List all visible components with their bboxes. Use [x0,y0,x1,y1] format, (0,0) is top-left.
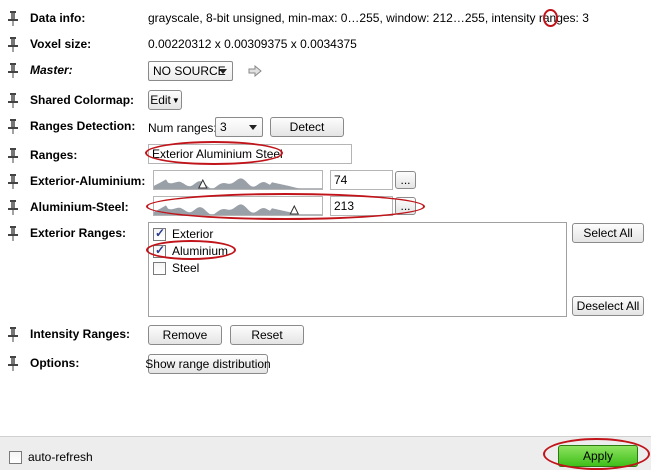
aluminium-checkbox[interactable] [153,243,166,258]
aluminium-steel-histogram-slider[interactable] [153,196,323,216]
pin-icon[interactable] [6,118,20,134]
master-source-dropdown[interactable]: NO SOURCE [148,61,233,81]
options-label: Options: [30,356,80,370]
pin-icon[interactable] [6,199,20,215]
exterior-checkbox[interactable] [153,226,166,241]
list-item-label: Aluminium [172,244,229,258]
steel-checkbox[interactable] [153,261,166,275]
deselect-all-button[interactable]: Deselect All [572,296,644,316]
histogram-graph [154,204,322,215]
list-item-aluminium[interactable]: Aluminium [153,243,228,259]
master-source-value: NO SOURCE [153,64,226,78]
exterior-aluminium-histogram-slider[interactable] [153,170,323,190]
exterior-aluminium-threshold-input[interactable]: 74 [330,170,393,190]
arrow-right-icon[interactable] [248,65,262,77]
auto-refresh-checkbox[interactable] [9,450,22,464]
num-ranges-dropdown[interactable]: 3 [215,117,263,137]
select-all-button[interactable]: Select All [572,223,644,243]
pin-icon[interactable] [6,225,20,241]
ranges-input[interactable]: Exterior Aluminium Steel [148,144,352,164]
chevron-down-icon [219,69,227,74]
exterior-ranges-label: Exterior Ranges: [30,226,127,240]
apply-button[interactable]: Apply [558,445,638,467]
list-item-label: Steel [172,261,200,275]
aluminium-steel-more-button[interactable]: ... [395,197,416,215]
exterior-ranges-list[interactable]: Exterior Aluminium Steel [148,222,567,317]
ranges-detection-label: Ranges Detection: [30,119,136,133]
master-label: Master: [30,63,73,77]
pin-icon[interactable] [6,10,20,26]
detect-button[interactable]: Detect [270,117,344,137]
edit-colormap-label: Edit [150,93,171,107]
list-item-label: Exterior [172,227,214,241]
aluminium-steel-label: Aluminium-Steel: [30,200,129,214]
edit-colormap-button[interactable]: Edit ▼ [148,90,182,110]
pin-icon[interactable] [6,173,20,189]
pin-icon[interactable] [6,62,20,78]
pin-icon[interactable] [6,147,20,163]
list-item-steel[interactable]: Steel [153,260,199,276]
pin-icon[interactable] [6,355,20,371]
data-info-text: grayscale, 8-bit unsigned, min-max: 0…25… [148,11,583,25]
reset-button[interactable]: Reset [230,325,304,345]
chevron-down-icon: ▼ [171,95,180,105]
data-info-label: Data info: [30,11,86,25]
properties-panel: Data info: grayscale, 8-bit unsigned, mi… [0,0,651,436]
exterior-aluminium-more-button[interactable]: ... [395,171,416,189]
data-info-value: grayscale, 8-bit unsigned, min-max: 0…25… [148,11,589,25]
exterior-aluminium-label: Exterior-Aluminium: [30,174,146,188]
ranges-label: Ranges: [30,148,78,162]
voxel-size-value: 0.00220312 x 0.00309375 x 0.0034375 [148,37,357,51]
bottom-bar: auto-refresh [0,436,651,470]
shared-colormap-label: Shared Colormap: [30,93,135,107]
num-ranges-label: Num ranges: [148,121,217,135]
histogram-graph [154,178,322,189]
auto-refresh-label: auto-refresh [28,450,93,464]
show-range-distribution-button[interactable]: Show range distribution [145,354,271,374]
threshold-marker[interactable] [289,204,300,215]
auto-refresh-toggle[interactable]: auto-refresh [9,450,93,464]
chevron-down-icon [249,125,257,130]
num-ranges-value: 3 [220,120,227,134]
pin-icon[interactable] [6,92,20,108]
voxel-size-label: Voxel size: [30,37,92,51]
intensity-ranges-count: 3 [582,11,589,25]
remove-button[interactable]: Remove [148,325,222,345]
histogram-area [154,178,322,189]
aluminium-steel-threshold-input[interactable]: 213 [330,196,393,216]
pin-icon[interactable] [6,36,20,52]
list-item-exterior[interactable]: Exterior [153,226,213,242]
pin-icon[interactable] [6,326,20,342]
intensity-ranges-label: Intensity Ranges: [30,327,131,341]
